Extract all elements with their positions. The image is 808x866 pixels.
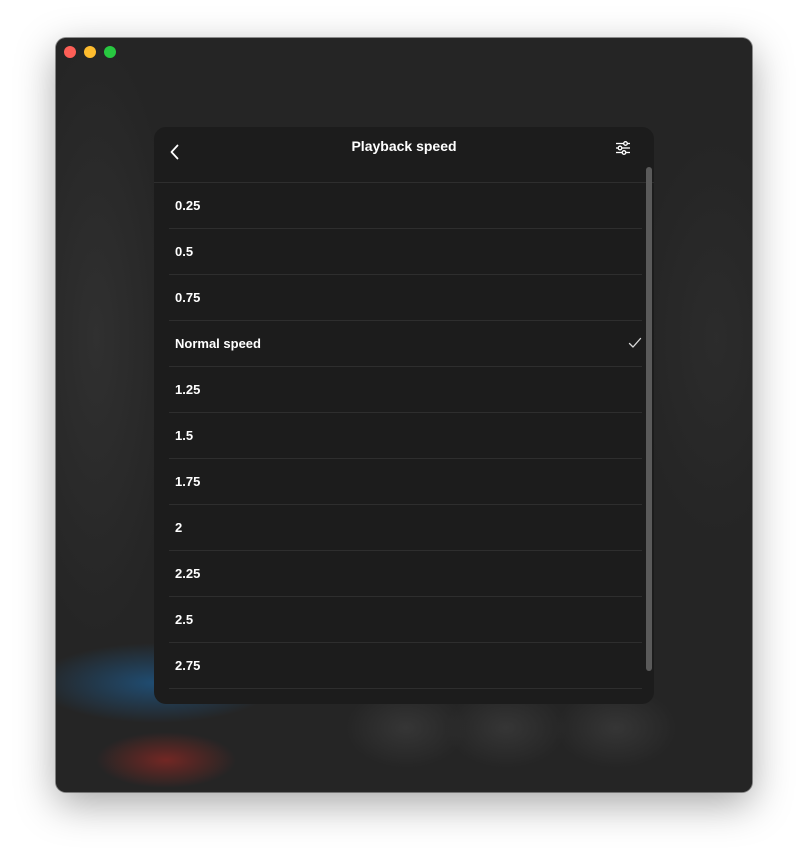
speed-option-2-5[interactable]: 2.5 <box>169 597 642 643</box>
speed-option-label: 2.75 <box>175 658 201 673</box>
speed-option-label: 0.25 <box>175 198 201 213</box>
menu-scrollbar[interactable] <box>646 167 652 671</box>
checkmark-icon <box>628 337 642 348</box>
speed-option-0-5[interactable]: 0.5 <box>169 229 642 275</box>
speed-option-label: 2.5 <box>175 612 194 627</box>
speed-option-label: 1.75 <box>175 474 201 489</box>
close-window-button[interactable] <box>64 46 76 58</box>
speed-option-1-75[interactable]: 1.75 <box>169 459 642 505</box>
speed-option-label: 1.25 <box>175 382 201 397</box>
zoom-window-button[interactable] <box>104 46 116 58</box>
speed-option-label: 0.5 <box>175 244 194 259</box>
minimize-window-button[interactable] <box>84 46 96 58</box>
playback-speed-menu: Playback speed 0.25 0.5 0.75 Normal spee… <box>154 127 654 704</box>
speed-option-label: 2 <box>175 520 183 535</box>
speed-options-list: 0.25 0.5 0.75 Normal speed 1.25 1.5 1.75… <box>169 183 642 689</box>
speed-option-label: 2.25 <box>175 566 201 581</box>
speed-option-2-25[interactable]: 2.25 <box>169 551 642 597</box>
speed-option-label: 1.5 <box>175 428 194 443</box>
speed-option-2-75[interactable]: 2.75 <box>169 643 642 689</box>
app-window: Playback speed 0.25 0.5 0.75 Normal spee… <box>56 38 752 792</box>
sliders-icon <box>616 141 630 155</box>
speed-option-1-25[interactable]: 1.25 <box>169 367 642 413</box>
speed-option-1-5[interactable]: 1.5 <box>169 413 642 459</box>
menu-title: Playback speed <box>351 138 457 154</box>
menu-header: Playback speed <box>154 127 654 183</box>
speed-option-0-75[interactable]: 0.75 <box>169 275 642 321</box>
speed-option-label: 0.75 <box>175 290 201 305</box>
settings-button[interactable] <box>610 135 636 161</box>
speed-option-normal[interactable]: Normal speed <box>169 321 642 367</box>
speed-option-2[interactable]: 2 <box>169 505 642 551</box>
window-controls <box>64 46 116 58</box>
speed-option-label: Normal speed <box>175 336 261 351</box>
speed-option-0-25[interactable]: 0.25 <box>169 183 642 229</box>
